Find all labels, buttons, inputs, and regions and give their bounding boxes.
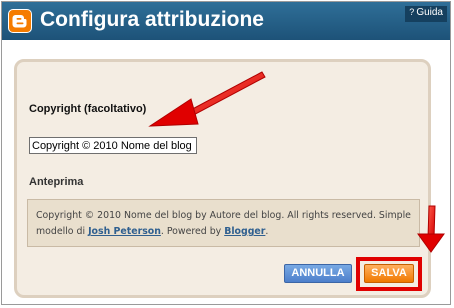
arrow-to-save-icon [417,205,445,253]
arrow-to-copyright-icon [148,71,266,127]
annotation-arrows [148,71,445,253]
